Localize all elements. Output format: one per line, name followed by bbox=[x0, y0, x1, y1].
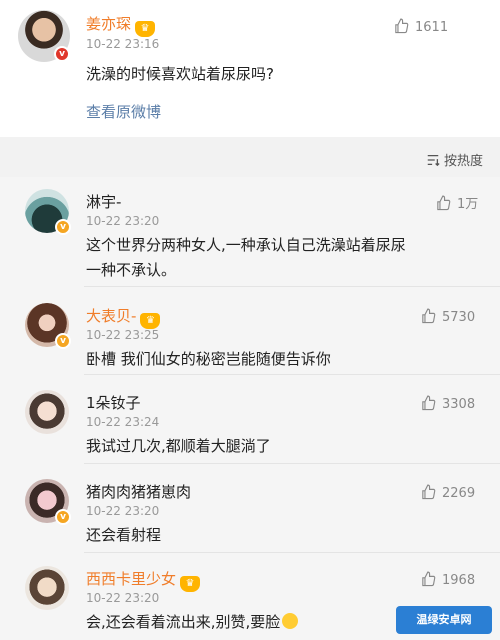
commenter-name[interactable]: 大表贝- ♛ bbox=[86, 305, 161, 329]
comment-time: 10-22 23:20 bbox=[86, 591, 160, 605]
thumbs-up-icon bbox=[395, 18, 409, 34]
comment-list: v 淋宇- 10-22 23:20 这个世界分两种女人,一种承认自己洗澡站着尿尿… bbox=[0, 177, 500, 640]
comment-item: v 淋宇- 10-22 23:20 这个世界分两种女人,一种承认自己洗澡站着尿尿… bbox=[0, 177, 500, 287]
comment-text-line: 会,还会看着流出来,别赞,要脸 bbox=[86, 610, 299, 634]
comment-time: 10-22 23:25 bbox=[86, 328, 160, 342]
comment-like-button[interactable]: 5730 bbox=[420, 307, 475, 325]
commenter-avatar[interactable] bbox=[25, 390, 69, 434]
divider bbox=[84, 463, 500, 464]
comment-item: 1朵钕子 10-22 23:24 我试过几次,都顺着大腿淌了 3308 bbox=[0, 378, 500, 464]
commenter-name[interactable]: 1朵钕子 bbox=[86, 392, 141, 413]
crown-icon: ♛ bbox=[140, 313, 161, 329]
comment-text-line: 我试过几次,都顺着大腿淌了 bbox=[86, 437, 271, 455]
thumbs-up-icon bbox=[422, 308, 436, 324]
post-like-button[interactable]: 1611 bbox=[393, 17, 448, 35]
comment-like-button[interactable]: 2269 bbox=[420, 483, 475, 501]
sort-bar: 按热度 bbox=[0, 137, 500, 177]
site-watermark: 温绿安卓网 bbox=[396, 606, 492, 634]
post-author-name[interactable]: 姜亦琛 ♛ bbox=[86, 13, 156, 37]
original-post: v 姜亦琛 ♛ 10-22 23:16 洗澡的时候喜欢站着尿尿吗? 查看原微博 1… bbox=[0, 0, 500, 137]
comment-like-button[interactable]: 3308 bbox=[420, 394, 475, 412]
verified-badge-icon: v bbox=[55, 509, 71, 525]
comment-item: v 大表贝- ♛ 10-22 23:25 卧槽 我们仙女的秘密岂能随便告诉你 57… bbox=[0, 291, 500, 375]
commenter-avatar[interactable] bbox=[25, 566, 69, 610]
thumbs-up-icon bbox=[422, 484, 436, 500]
comment-text-line: 一种不承认。 bbox=[86, 261, 177, 279]
comment-text-line: 这个世界分两种女人,一种承认自己洗澡站着尿尿 bbox=[86, 236, 406, 254]
comment-item: v 猪肉肉猪猪崽肉 10-22 23:20 还会看射程 2269 bbox=[0, 467, 500, 553]
divider bbox=[84, 374, 500, 375]
comment-time: 10-22 23:24 bbox=[86, 415, 160, 429]
commenter-name[interactable]: 西西卡里少女 ♛ bbox=[86, 568, 201, 592]
thumbs-up-icon bbox=[422, 395, 436, 411]
thumbs-up-icon bbox=[422, 571, 436, 587]
comment-time: 10-22 23:20 bbox=[86, 214, 160, 228]
comment-text-line: 还会看射程 bbox=[86, 526, 162, 544]
comment-time: 10-22 23:20 bbox=[86, 504, 160, 518]
crown-icon: ♛ bbox=[135, 21, 156, 37]
verified-badge-icon: v bbox=[55, 333, 71, 349]
comment-like-button[interactable]: 1万 bbox=[435, 193, 478, 212]
verified-badge-icon: v bbox=[55, 219, 71, 235]
comment-text-line: 卧槽 我们仙女的秘密岂能随便告诉你 bbox=[86, 350, 331, 368]
emoji-icon bbox=[282, 613, 299, 629]
comment-like-button[interactable]: 1968 bbox=[420, 570, 475, 588]
post-time: 10-22 23:16 bbox=[86, 37, 160, 51]
thumbs-up-icon bbox=[437, 195, 451, 211]
divider bbox=[84, 552, 500, 553]
crown-icon: ♛ bbox=[180, 576, 201, 592]
divider bbox=[84, 286, 500, 287]
sort-icon bbox=[427, 154, 440, 167]
verified-badge-icon: v bbox=[54, 46, 70, 62]
view-original-link[interactable]: 查看原微博 bbox=[86, 101, 161, 122]
commenter-name[interactable]: 猪肉肉猪猪崽肉 bbox=[86, 481, 191, 502]
commenter-name[interactable]: 淋宇- bbox=[86, 191, 121, 212]
post-text: 洗澡的时候喜欢站着尿尿吗? bbox=[86, 65, 274, 83]
sort-by-hot-button[interactable]: 按热度 bbox=[426, 150, 483, 169]
